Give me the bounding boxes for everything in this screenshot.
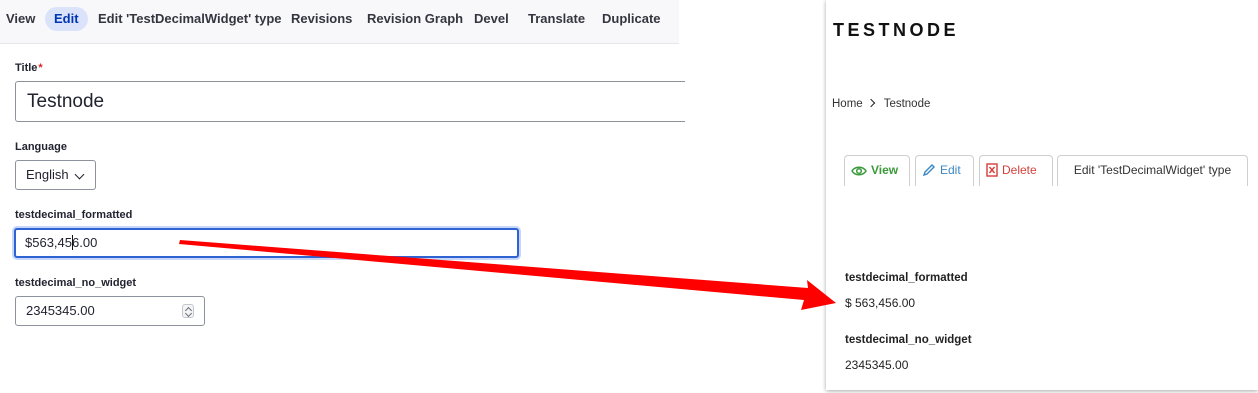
delete-icon: [986, 163, 998, 177]
tab-view-label: View: [871, 163, 899, 177]
title-label: Title*: [15, 62, 43, 74]
chevron-right-icon: [866, 98, 875, 108]
tab-duplicate[interactable]: Duplicate: [593, 7, 670, 31]
no-widget-field-label: testdecimal_no_widget: [845, 334, 972, 346]
tab-view-public[interactable]: View: [844, 155, 910, 186]
required-marker: *: [38, 62, 43, 74]
title-input[interactable]: Testnode: [15, 81, 685, 122]
breadcrumb: Home Testnode: [832, 98, 930, 110]
site-name[interactable]: TESTNODE: [833, 20, 959, 41]
node-view-panel: TESTNODE Home Testnode View Edit Delete E…: [826, 0, 1258, 390]
tab-edit-label: Edit: [940, 163, 961, 177]
no-widget-number-input[interactable]: 2345345.00: [15, 296, 205, 326]
formatted-decimal-input[interactable]: $563,456.00: [14, 228, 519, 258]
breadcrumb-home-link[interactable]: Home: [832, 98, 863, 110]
tab-devel[interactable]: Devel: [465, 7, 518, 31]
tab-edit-public[interactable]: Edit: [915, 155, 974, 186]
tab-revisions[interactable]: Revisions: [282, 7, 361, 31]
tab-edit[interactable]: Edit: [45, 7, 88, 31]
number-spinner-icon[interactable]: [182, 304, 194, 318]
chevron-down-icon: [74, 169, 85, 180]
breadcrumb-current: Testnode: [883, 98, 931, 110]
eye-icon: [851, 166, 867, 176]
tab-translate[interactable]: Translate: [519, 7, 594, 31]
title-label-text: Title: [15, 62, 38, 74]
language-select[interactable]: English: [15, 160, 96, 190]
pencil-icon: [922, 164, 935, 177]
tab-delete-public[interactable]: Delete: [979, 155, 1053, 186]
language-selected-value: English: [26, 167, 69, 182]
tab-revision-graph[interactable]: Revision Graph: [358, 7, 472, 31]
formatted-value-start: $563,45: [25, 235, 72, 250]
no-widget-input-value: 2345345.00: [26, 303, 95, 318]
formatted-value-end: 6.00: [72, 235, 98, 250]
tab-delete-label: Delete: [1002, 163, 1037, 177]
no-widget-label: testdecimal_no_widget: [15, 277, 137, 289]
no-widget-field-value: 2345345.00: [845, 358, 909, 372]
tab-edit-type-public[interactable]: Edit 'TestDecimalWidget' type: [1057, 155, 1248, 186]
tab-edit-type[interactable]: Edit 'TestDecimalWidget' type: [89, 7, 291, 31]
formatted-field-value: $ 563,456.00: [845, 296, 916, 310]
admin-local-tasks: View Edit Edit 'TestDecimalWidget' type …: [0, 0, 679, 44]
formatted-label: testdecimal_formatted: [15, 209, 133, 221]
formatted-field-label: testdecimal_formatted: [845, 272, 968, 284]
language-label: Language: [15, 141, 67, 153]
tab-view[interactable]: View: [0, 7, 44, 31]
